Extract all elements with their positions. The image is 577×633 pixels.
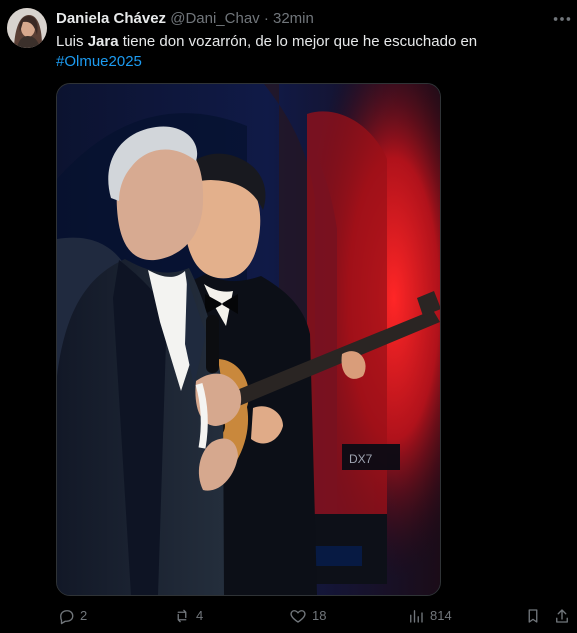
hashtag-link[interactable]: #Olmue2025 (56, 53, 142, 70)
share-button[interactable] (553, 604, 571, 628)
repost-count: 4 (196, 608, 204, 623)
author-name[interactable]: Daniela Chávez (56, 10, 166, 27)
bookmark-button[interactable] (524, 604, 542, 628)
tweet-photo[interactable]: DX7 (56, 83, 441, 596)
more-options-button[interactable] (551, 8, 573, 30)
tweet-time[interactable]: 32min (273, 10, 314, 27)
tweet-text-bold: Jara (87, 33, 119, 50)
tweet-text-start: Luis (56, 33, 88, 50)
heart-icon (290, 610, 306, 623)
like-button[interactable]: 18 (289, 604, 326, 628)
author-handle[interactable]: @Dani_Chav (170, 10, 259, 27)
tweet-text: Luis Jara tiene don vozarrón, de lo mejo… (56, 32, 556, 72)
tweet-text-end: tiene don vozarrón, de lo mejor que he e… (118, 33, 478, 50)
reply-count: 2 (80, 608, 88, 623)
avatar-image (7, 8, 47, 48)
bar-chart-icon (410, 610, 423, 623)
reply-button[interactable]: 2 (57, 604, 87, 628)
share-icon (556, 609, 568, 623)
view-count: 814 (430, 608, 452, 623)
reply-icon (60, 610, 74, 625)
views-button[interactable]: 814 (407, 604, 452, 628)
like-count: 18 (312, 608, 327, 623)
header-separator: · (263, 10, 269, 27)
repost-icon (177, 609, 187, 623)
tweet-header: Daniela Chávez @Dani_Chav · 32min (56, 10, 314, 28)
repost-button[interactable]: 4 (173, 604, 203, 628)
tweet-actions: 2 4 18 814 (0, 604, 577, 628)
tweet-card[interactable]: Daniela Chávez @Dani_Chav · 32min Luis J… (0, 0, 577, 633)
dx7-label: DX7 (349, 452, 373, 466)
bookmark-icon (528, 609, 538, 623)
author-avatar[interactable] (7, 8, 47, 48)
more-icon (553, 17, 571, 21)
concert-photo: DX7 (57, 84, 440, 595)
